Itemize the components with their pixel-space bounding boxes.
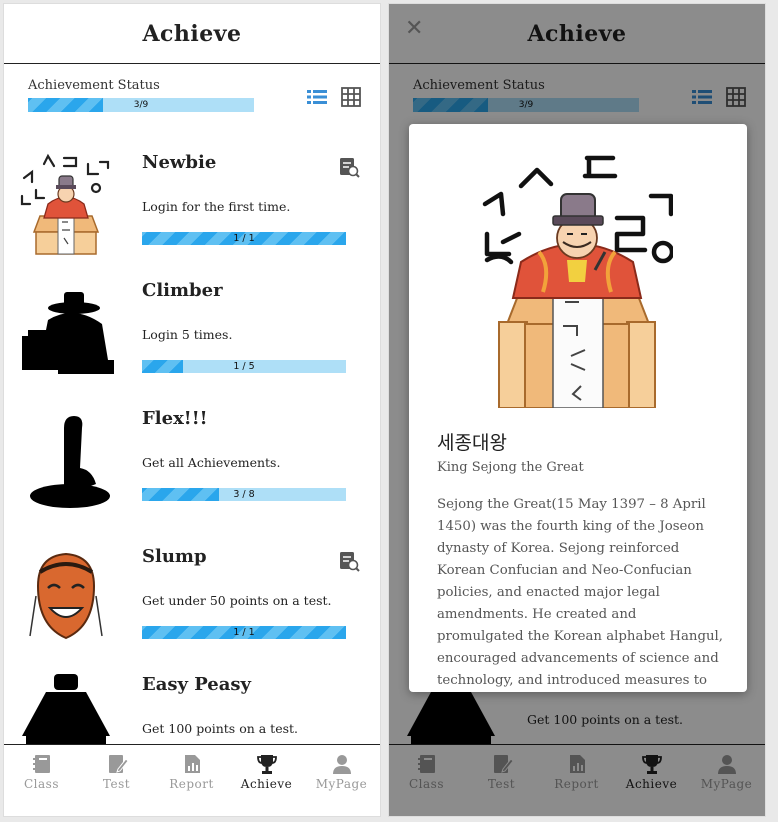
view-detail-icon[interactable]: [338, 550, 360, 572]
achievement-description: Get under 50 points on a test.: [142, 593, 332, 608]
achievement-status: Achievement Status 3/9: [28, 78, 361, 118]
user-icon: [333, 755, 351, 774]
tab-test[interactable]: Test: [79, 745, 154, 816]
achievement-item[interactable]: Climber Login 5 times. 1 / 5: [4, 272, 380, 400]
achievement-detail-modal: 세종대왕 King Sejong the Great Sejong the Gr…: [409, 124, 747, 692]
locked-silhouette-icon: [22, 292, 114, 374]
close-icon[interactable]: ✕: [405, 16, 423, 42]
achievement-progress-text: 1 / 5: [233, 361, 255, 372]
achievement-description: Login 5 times.: [142, 327, 233, 342]
achievement-title: Slump: [142, 546, 207, 567]
modal-description: Sejong the Great(15 May 1397 – 8 April 1…: [437, 497, 723, 688]
tab-label: Report: [169, 777, 214, 791]
achievement-description: Get all Achievements.: [142, 455, 281, 470]
achievement-item[interactable]: Flex!!! Get all Achievements. 3 / 8: [4, 400, 380, 528]
tab-achieve[interactable]: Achieve: [229, 745, 304, 816]
header: Achieve: [4, 4, 380, 64]
achievement-description: Get 100 points on a test.: [142, 721, 299, 736]
achievement-item[interactable]: Newbie Login for the first time. 1 / 1: [4, 144, 380, 272]
tab-label: Achieve: [240, 777, 293, 791]
grid-view-icon[interactable]: [340, 86, 362, 108]
modal-title: 세종대왕: [437, 432, 507, 454]
bottom-tab-bar: Class Test Report Achieve MyPage: [4, 744, 380, 816]
achievement-progress-text: 1 / 1: [233, 233, 255, 244]
achievement-title: Newbie: [142, 152, 217, 173]
report-icon: [185, 755, 200, 773]
tab-report[interactable]: Report: [154, 745, 229, 816]
achievement-progress-bar: 1 / 5: [142, 360, 346, 373]
achievement-title: Climber: [142, 280, 223, 301]
tab-mypage[interactable]: MyPage: [304, 745, 379, 816]
achievement-progress-text: 3 / 8: [233, 489, 255, 500]
achievement-title: Easy Peasy: [142, 674, 252, 695]
trophy-icon: [257, 755, 277, 774]
achievement-item[interactable]: Slump Get under 50 points on a test. 1 /…: [4, 538, 380, 666]
pencil-icon: [109, 755, 128, 773]
tab-label: Class: [24, 777, 59, 791]
sejong-illustration: [20, 153, 110, 255]
achievement-title: Flex!!!: [142, 408, 208, 429]
achievement-progress-bar: 1 / 1: [142, 626, 346, 639]
achieve-detail-screen: Achieve Achievement Status 3/9 Get 100 p…: [388, 3, 766, 817]
book-icon: [33, 755, 50, 773]
sejong-illustration: [482, 155, 673, 408]
modal-subtitle: King Sejong the Great: [437, 460, 584, 475]
mask-illustration: [29, 552, 103, 640]
tab-class[interactable]: Class: [4, 745, 79, 816]
achievement-progress-bar: 3 / 8: [142, 488, 346, 501]
status-progress-bar: 3/9: [28, 98, 254, 112]
achievement-description: Login for the first time.: [142, 199, 291, 214]
achievement-progress-text: 1 / 1: [233, 627, 255, 638]
achievement-progress-bar: 1 / 1: [142, 232, 346, 245]
achieve-screen: Achieve Achievement Status 3/9 Newbie Lo…: [3, 3, 381, 817]
list-view-icon[interactable]: [306, 86, 328, 108]
status-label: Achievement Status: [28, 78, 160, 93]
page-title: Achieve: [142, 21, 242, 47]
view-detail-icon[interactable]: [338, 156, 360, 178]
tab-label: MyPage: [315, 777, 368, 791]
status-progress-text: 3/9: [133, 100, 149, 110]
tab-label: Test: [102, 777, 131, 791]
locked-silhouette-icon: [30, 416, 110, 508]
